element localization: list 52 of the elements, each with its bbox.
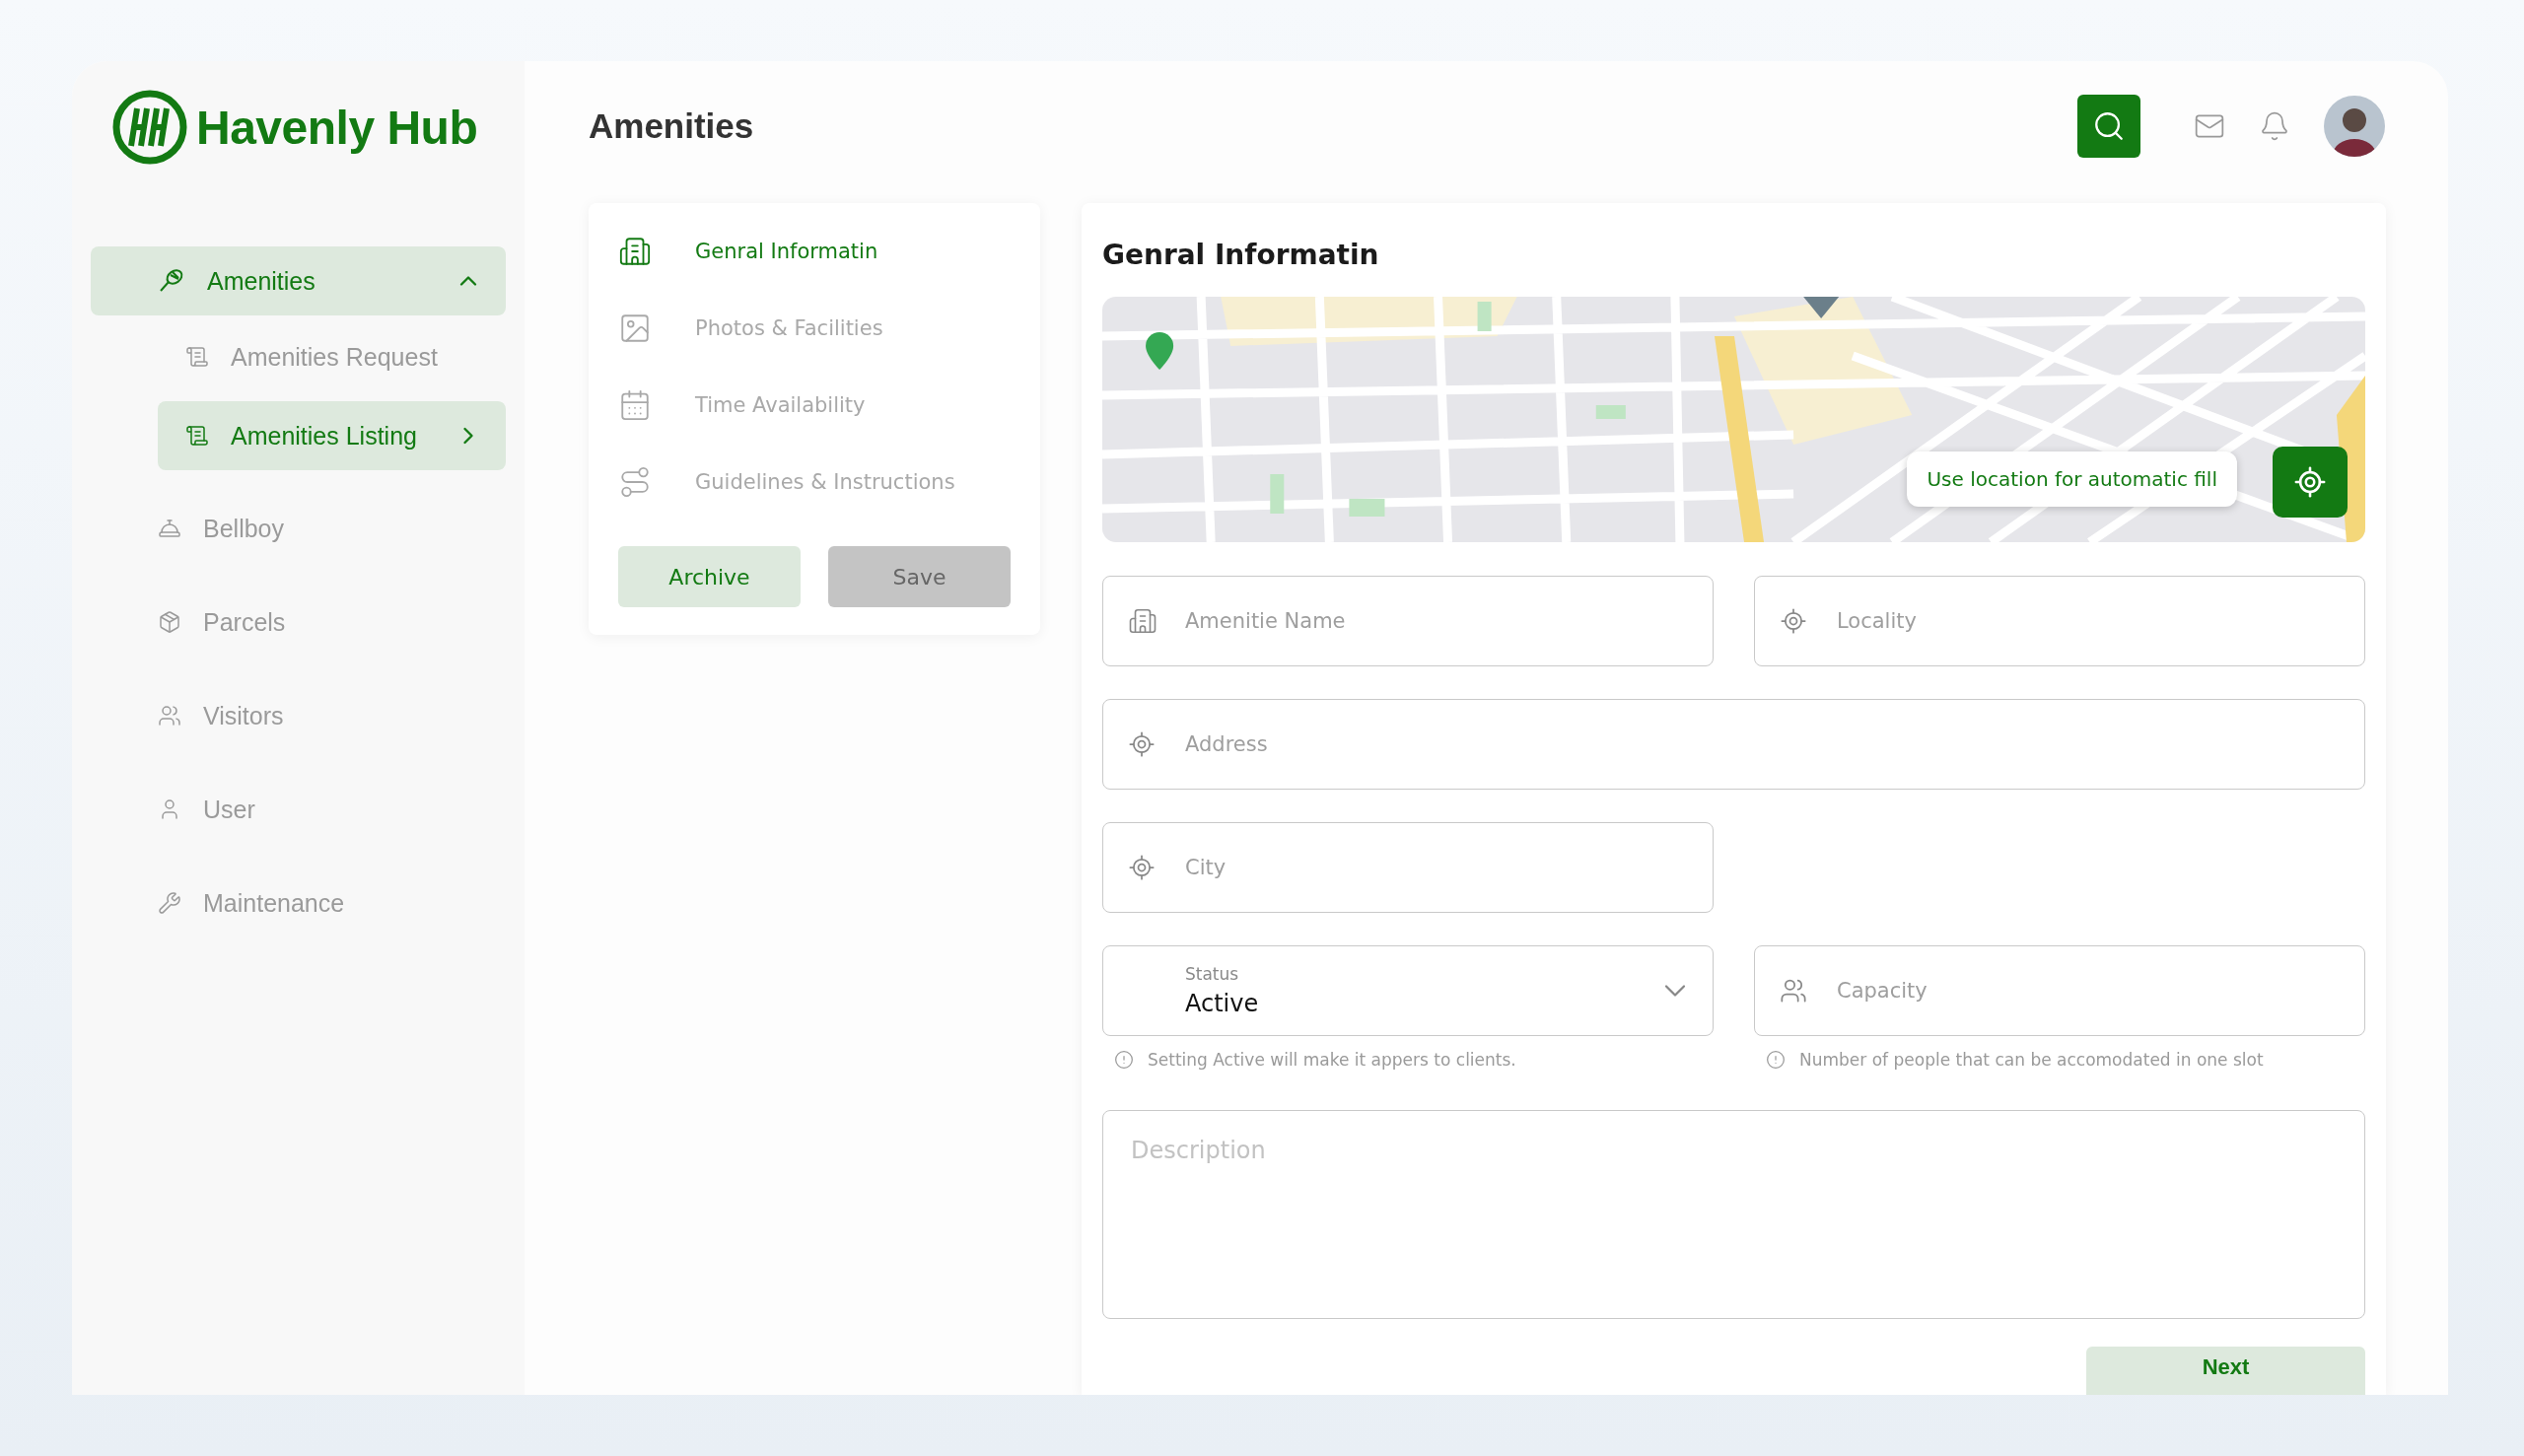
input-field[interactable]: Address <box>1102 699 2365 790</box>
people-icon <box>1780 977 1807 1005</box>
package-icon <box>158 610 181 634</box>
people-icon <box>158 704 181 728</box>
tooltip: Use location for automatic fill <box>1907 451 2237 507</box>
nav-subitem[interactable]: Amenities Listing <box>158 401 506 470</box>
description-field[interactable]: Description <box>1102 1110 2365 1319</box>
nav-item[interactable]: Amenities <box>91 246 506 315</box>
field-value: Active <box>1185 990 1260 1017</box>
document-icon <box>185 345 209 369</box>
status-select[interactable]: Status Active <box>1102 945 1714 1036</box>
nav-item[interactable]: Maintenance <box>91 868 506 937</box>
nav-subitem[interactable]: Amenities Request <box>158 322 506 391</box>
next-button[interactable]: Next <box>2086 1347 2365 1395</box>
nav-item[interactable]: Bellboy <box>91 494 506 563</box>
info-icon <box>1766 1050 1786 1070</box>
route-icon <box>618 465 652 499</box>
hint-text: Number of people that can be accomodated in one slot <box>1799 1050 2264 1070</box>
search-button[interactable] <box>2077 95 2140 158</box>
bell-icon[interactable] <box>2259 110 2290 142</box>
input-field[interactable]: Amenitie Name <box>1102 576 1714 666</box>
field-label: Status <box>1185 964 1240 984</box>
nav-item[interactable]: Parcels <box>91 588 506 657</box>
logo-icon <box>111 89 188 166</box>
locate-button[interactable] <box>2273 447 2348 518</box>
input-field[interactable]: City <box>1102 822 1714 913</box>
page-title: Amenities <box>589 106 754 146</box>
step-item[interactable]: Genral Informatin <box>618 213 1011 290</box>
nav-item[interactable]: Visitors <box>91 681 506 750</box>
target-icon <box>2293 465 2327 499</box>
step-item[interactable]: Time Availability <box>618 367 1011 444</box>
input-field[interactable]: Capacity <box>1754 945 2365 1036</box>
step-item[interactable]: Photos & Facilities <box>618 290 1011 367</box>
input-field[interactable]: Locality <box>1754 576 2365 666</box>
target-icon <box>1128 854 1156 881</box>
concierge-bell-icon <box>158 517 181 540</box>
wrench-icon <box>158 891 181 915</box>
step-item[interactable]: Guidelines & Instructions <box>618 444 1011 520</box>
building-icon <box>618 235 652 268</box>
document-icon <box>185 424 209 448</box>
info-icon <box>1114 1050 1134 1070</box>
target-icon <box>1128 730 1156 758</box>
image-icon <box>618 312 652 345</box>
target-icon <box>1780 607 1807 635</box>
section-title: Genral Informatin <box>1102 239 1380 271</box>
hint-text: Setting Active will make it appers to clients. <box>1148 1050 1516 1070</box>
nav-item[interactable]: User <box>91 775 506 844</box>
building-icon <box>1128 606 1157 636</box>
search-icon <box>2092 109 2126 143</box>
calendar-icon <box>618 388 652 422</box>
archive-button[interactable]: Archive <box>618 546 801 607</box>
brand-name: Havenly Hub <box>196 100 478 155</box>
